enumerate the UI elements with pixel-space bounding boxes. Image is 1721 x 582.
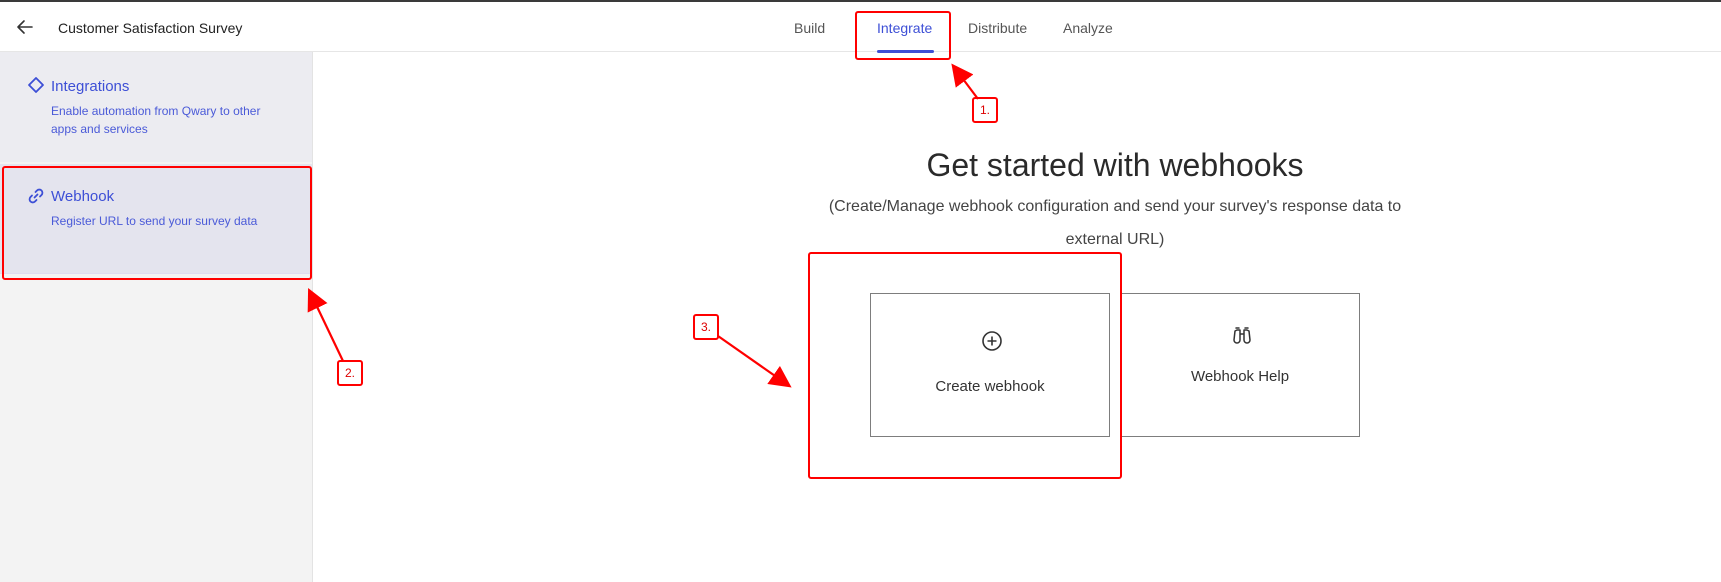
sidebar-item-title: Integrations [51,78,130,95]
sidebar-item-description: Register URL to send your survey data [51,214,258,228]
sidebar-item-description: Enable automation from Qwary to other ap… [51,104,261,136]
link-icon [27,187,45,205]
active-tab-indicator [877,50,934,53]
card-label: Webhook Help [1190,368,1290,385]
sidebar: Integrations Enable automation from Qwar… [0,52,313,582]
sidebar-item-title: Webhook [51,188,115,205]
callout-2: 2. [337,360,363,386]
tab-integrate[interactable]: Integrate [877,20,932,36]
sidebar-item-integrations[interactable]: Integrations Enable automation from Qwar… [0,52,312,162]
webhook-help-button[interactable]: Webhook Help [1120,293,1360,437]
app-header: Customer Satisfaction Survey Build Integ… [0,2,1721,53]
arrow-1 [951,63,979,100]
page-title: Get started with webhooks [926,147,1304,183]
tab-distribute[interactable]: Distribute [968,20,1027,36]
binoculars-icon [1231,325,1253,347]
back-arrow-icon[interactable] [14,16,36,38]
plus-circle-icon [981,330,1003,352]
callout-1: 1. [972,97,998,123]
arrow-3 [717,335,792,388]
sidebar-item-webhook[interactable]: Webhook Register URL to send your survey… [0,164,312,274]
arrow-2 [307,288,344,362]
diamond-icon [27,76,45,94]
tab-analyze[interactable]: Analyze [1063,20,1113,36]
survey-title: Customer Satisfaction Survey [58,20,243,36]
card-label: Create webhook [935,378,1045,395]
create-webhook-button[interactable]: Create webhook [870,293,1110,437]
callout-3: 3. [693,314,719,340]
page-subtitle: (Create/Manage webhook configuration and… [828,198,1402,248]
tab-build[interactable]: Build [794,20,825,36]
